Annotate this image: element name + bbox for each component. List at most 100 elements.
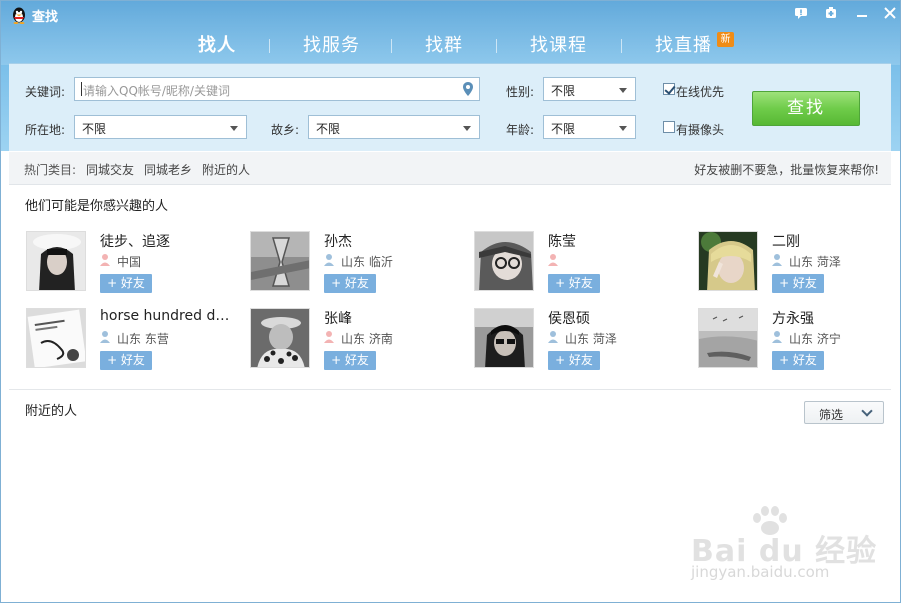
add-friend-button[interactable]: + 好友 [772,274,824,293]
hot-categories-label: 热门类目: [24,163,77,177]
close-icon[interactable] [882,7,898,21]
person-location: 山东 临沂 [341,255,393,269]
avatar[interactable] [474,231,534,291]
hometown-label: 故乡: [271,123,300,137]
qq-penguin-icon [13,7,25,24]
tab-find-courses[interactable]: 找课程 [530,31,587,57]
avatar[interactable] [474,308,534,368]
hometown-value: 不限 [316,122,341,136]
keyword-input[interactable]: 请输入QQ帐号/昵称/关键词 [74,77,480,101]
male-icon [100,331,110,343]
female-icon [100,254,110,266]
person-location: 山东 菏泽 [789,255,841,269]
person-card: 侯恩硕 山东 菏泽 + 好友 [474,308,674,372]
avatar[interactable] [250,231,310,291]
location-select[interactable]: 不限 [74,115,247,139]
avatar[interactable] [698,231,758,291]
hot-link-nearby[interactable]: 附近的人 [202,161,250,178]
chevron-down-icon [861,405,873,417]
avatar[interactable] [26,231,86,291]
recover-friends-link[interactable]: 好友被删不要急，批量恢复来帮你! [694,161,879,178]
person-card: 张峰 山东 济南 + 好友 [250,308,450,372]
person-name[interactable]: 孙杰 [324,231,454,251]
tab-bar: 找人 找服务 找群 找课程 找直播 新 [1,31,900,61]
female-icon [548,254,558,266]
person-card: 孙杰 山东 临沂 + 好友 [250,231,450,295]
find-button[interactable]: 查找 [752,91,860,126]
person-location: 山东 菏泽 [565,332,617,346]
person-location: 中国 [117,255,142,269]
add-friend-button[interactable]: + 好友 [548,351,600,370]
text-caret [81,82,82,96]
person-card: 二刚 山东 菏泽 + 好友 [698,231,898,295]
male-icon [772,331,782,343]
person-location: 山东 东营 [117,332,169,346]
person-card: 方永强 山东 济宁 + 好友 [698,308,898,372]
skin-icon[interactable] [823,7,839,21]
new-badge: 新 [717,32,734,47]
location-label: 所在地: [25,123,66,137]
gender-label: 性别: [506,85,535,99]
minimize-icon[interactable] [854,7,870,21]
person-name[interactable]: 二刚 [772,231,901,251]
tab-find-live[interactable]: 找直播 [655,31,712,57]
gender-value: 不限 [551,84,576,98]
avatar[interactable] [698,308,758,368]
keyword-label: 关键词: [25,85,66,99]
male-icon [548,331,558,343]
add-friend-button[interactable]: + 好友 [324,351,376,370]
person-card: horse hundred dr... 山东 东营 + 好友 [26,308,230,372]
location-pin-icon[interactable] [463,82,473,96]
person-name[interactable]: 方永强 [772,308,901,328]
hot-link-local-dating[interactable]: 同城交友 [86,161,134,178]
dropdown-arrow-icon [619,126,627,131]
nearby-section-title: 附近的人 [25,404,78,419]
window-title: 查找 [32,10,59,25]
filter-dropdown[interactable]: 筛选 [804,401,884,424]
age-label: 年龄: [506,123,535,137]
has-camera-label[interactable]: 有摄像头 [676,121,724,138]
online-first-checkbox[interactable] [663,83,675,95]
age-value: 不限 [551,122,576,136]
age-select[interactable]: 不限 [543,115,636,139]
watermark-url: jingyan.baidu.com [691,563,830,581]
hometown-select[interactable]: 不限 [308,115,480,139]
add-friend-button[interactable]: + 好友 [100,351,152,370]
person-name[interactable]: 徒步、追逐 [100,231,230,251]
hot-categories-bar: 热门类目: 同城交友 同城老乡 附近的人 好友被删不要急，批量恢复来帮你! [9,152,891,185]
feedback-icon[interactable] [793,7,809,21]
add-friend-button[interactable]: + 好友 [772,351,824,370]
gender-select[interactable]: 不限 [543,77,636,101]
female-icon [324,331,334,343]
dropdown-arrow-icon [230,126,238,131]
person-location: 山东 济南 [341,332,393,346]
has-camera-checkbox[interactable] [663,121,675,133]
person-location: 山东 济宁 [789,332,841,346]
tab-find-people[interactable]: 找人 [198,31,236,57]
tab-find-services[interactable]: 找服务 [303,31,360,57]
tab-find-groups[interactable]: 找群 [425,31,463,57]
tab-separator [496,39,497,53]
suggest-section-title: 他们可能是你感兴趣的人 [25,199,169,214]
header: 查找 找人 找服务 找群 找课程 找直播 新 关键词: 请输入QQ帐号/昵称/关… [1,1,900,151]
filter-label: 筛选 [819,408,844,422]
tab-separator [269,39,270,53]
online-first-label[interactable]: 在线优先 [676,83,724,100]
hot-link-hometown[interactable]: 同城老乡 [144,161,192,178]
add-friend-button[interactable]: + 好友 [324,274,376,293]
add-friend-button[interactable]: + 好友 [100,274,152,293]
avatar[interactable] [26,308,86,368]
tab-separator [621,39,622,53]
person-card: 徒步、追逐 中国 + 好友 [26,231,226,295]
keyword-placeholder: 请输入QQ帐号/昵称/关键词 [83,84,230,98]
title-bar: 查找 [1,1,900,29]
dropdown-arrow-icon [619,88,627,93]
person-name[interactable]: 侯恩硕 [548,308,678,328]
person-name[interactable]: 张峰 [324,308,454,328]
person-card: 陈莹 + 好友 [474,231,674,295]
person-name[interactable]: 陈莹 [548,231,678,251]
add-friend-button[interactable]: + 好友 [548,274,600,293]
avatar[interactable] [250,308,310,368]
section-divider [9,389,891,390]
person-name[interactable]: horse hundred dr... [100,308,230,324]
